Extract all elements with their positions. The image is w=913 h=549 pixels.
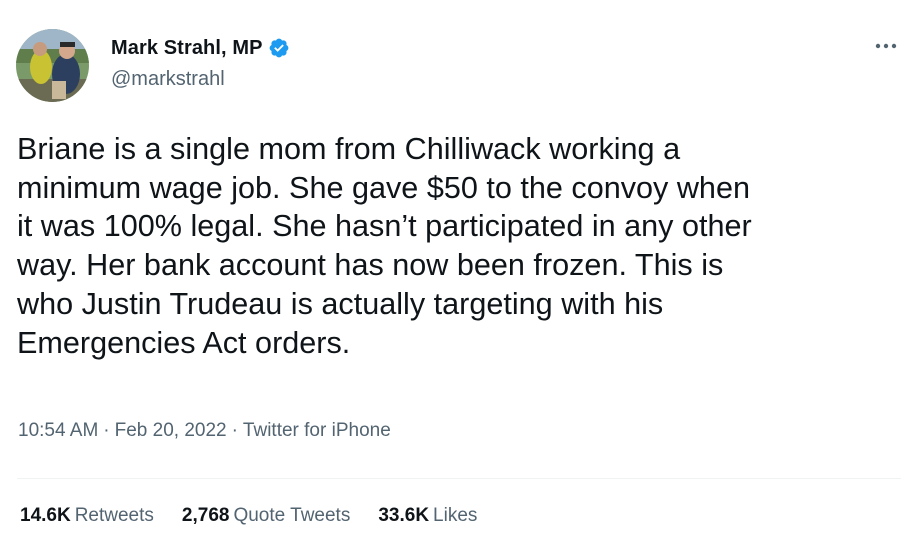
tweet-source-link[interactable]: Twitter for iPhone [243, 420, 391, 442]
tweet-time[interactable]: 10:54 AM [18, 420, 98, 442]
more-options-icon[interactable] [873, 34, 899, 58]
author-handle[interactable]: @markstrahl [111, 68, 225, 91]
meta-separator: · [103, 420, 110, 441]
avatar[interactable] [16, 29, 89, 102]
quote-tweets-label: Quote Tweets [233, 505, 351, 526]
verified-badge-icon [268, 37, 290, 59]
tweet-card: Mark Strahl, MP @markstrahl Briane is a … [0, 0, 913, 549]
tweet-text: Briane is a single mom from Chilliwack w… [17, 132, 752, 360]
tweet-date[interactable]: Feb 20, 2022 [115, 420, 227, 442]
engagement-stats: 14.6K Retweets 2,768 Quote Tweets 33.6K Lik… [20, 505, 505, 527]
author-display-name[interactable]: Mark Strahl, MP [111, 37, 263, 60]
meta-separator: · [231, 420, 238, 441]
author-name-row[interactable]: Mark Strahl, MP [111, 34, 290, 62]
quote-tweets-stat[interactable]: 2,768 Quote Tweets [182, 505, 350, 527]
divider [17, 478, 901, 479]
retweets-stat[interactable]: 14.6K Retweets [20, 505, 154, 527]
retweets-count: 14.6K [20, 505, 71, 526]
likes-label: Likes [433, 505, 478, 526]
retweets-label: Retweets [74, 505, 154, 526]
quote-tweets-count: 2,768 [181, 505, 230, 526]
tweet-metadata: 10:54 AM · Feb 20, 2022 · Twitter for iP… [18, 420, 391, 442]
likes-stat[interactable]: 33.6K Likes [378, 505, 477, 527]
likes-count: 33.6K [378, 505, 430, 526]
